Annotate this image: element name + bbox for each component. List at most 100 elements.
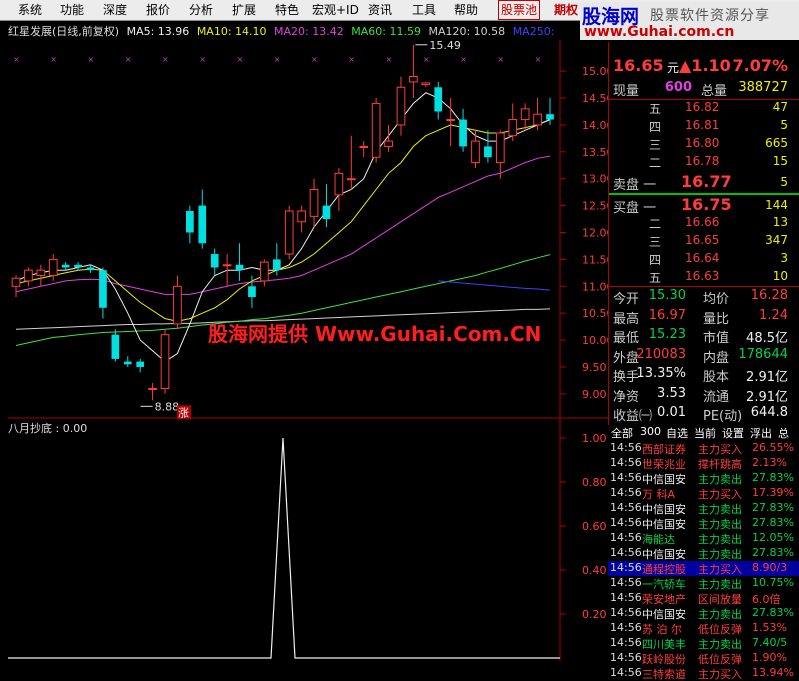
- candle-body: [272, 259, 281, 271]
- divider: [609, 286, 799, 287]
- tick-time: 14:56: [610, 456, 642, 469]
- candle-body: [86, 267, 95, 271]
- stat-row: 净资 3.53 流通 2.91亿: [609, 386, 792, 406]
- tab-300[interactable]: 300: [640, 425, 661, 438]
- menu-tools[interactable]: 工具: [412, 0, 436, 20]
- buy1-row[interactable]: 买盘 一 16.75 144: [609, 195, 792, 217]
- tick-row[interactable]: 14:56 中信国安 主力卖出 27.83%: [608, 501, 799, 516]
- candle-body: [48, 258, 58, 277]
- stat-label: 市值: [703, 331, 730, 346]
- menu-news[interactable]: 资讯: [368, 0, 392, 20]
- tick-row[interactable]: 14:56 世荣兆业 撑杆跳高 2.13%: [608, 456, 799, 471]
- buy1-price: 16.75: [681, 195, 732, 214]
- stat-value: 48.5亿: [746, 331, 788, 346]
- buy-row[interactable]: 三 16.65 347: [609, 233, 792, 253]
- tick-row[interactable]: 14:56 西部证券 主力买入 26.55%: [608, 441, 799, 456]
- sell-level: 五: [649, 102, 662, 116]
- menu-futures[interactable]: 期权: [554, 0, 578, 20]
- stat-label: 外盘: [613, 350, 640, 366]
- tick-type: 低位反弹: [698, 653, 742, 666]
- menu-function[interactable]: 功能: [60, 0, 84, 20]
- tick-stock: 中信国安: [642, 473, 686, 486]
- menu-analysis[interactable]: 分析: [189, 0, 213, 20]
- stat-value: 16.97: [648, 307, 686, 323]
- top-marker: ×: [386, 55, 393, 64]
- stat-value: 1.24: [759, 307, 788, 323]
- tick-row[interactable]: 14:56 四川美丰 主力卖出 7.40/5: [608, 636, 799, 651]
- tick-row[interactable]: 14:56 中信国安 主力卖出 27.83%: [608, 546, 799, 561]
- tick-value: 6.0倍: [752, 593, 781, 606]
- buy-vol: 10: [772, 269, 788, 283]
- price-unit: 元: [667, 61, 680, 75]
- tick-time: 14:56: [610, 486, 642, 499]
- tick-row[interactable]: 14:56 中信国安 主力卖出 27.83%: [608, 516, 799, 531]
- vol-now-label: 现量: [613, 84, 640, 99]
- candle-body: [284, 210, 294, 255]
- tick-value: 27.83%: [752, 606, 794, 619]
- sell1-price: 16.77: [681, 172, 732, 191]
- buy-vol: 13: [772, 215, 788, 229]
- tab-watchlist[interactable]: 自选: [666, 425, 688, 441]
- tick-type: 主力卖出: [698, 638, 742, 651]
- tab-total[interactable]: 总: [778, 425, 789, 441]
- y-axis-label: 9.00: [582, 388, 607, 401]
- sell-row[interactable]: 五 16.82 47: [609, 100, 792, 120]
- tick-time: 14:56: [610, 651, 642, 664]
- tab-float[interactable]: 浮出: [750, 425, 772, 441]
- tick-row[interactable]: 14:56 一汽轿车 主力卖出 10.75%: [608, 576, 799, 591]
- sell1-row[interactable]: 卖盘 一 16.77 5: [609, 172, 792, 194]
- tick-tabs: 全部 300 自选 当前 设置 浮出 总: [608, 425, 799, 440]
- top-marker: ×: [497, 55, 504, 64]
- candle-body: [198, 205, 207, 244]
- top-marker: ×: [460, 55, 467, 64]
- buy-level: 三: [649, 235, 662, 249]
- stat-value: 210083: [636, 346, 686, 362]
- menu-feature[interactable]: 特色: [275, 0, 299, 20]
- tab-all[interactable]: 全部: [611, 425, 633, 441]
- menu-stock-pool[interactable]: 股票池: [498, 0, 541, 20]
- menu-extend[interactable]: 扩展: [232, 0, 256, 20]
- left-side-tabs[interactable]: [0, 40, 8, 661]
- menu-help[interactable]: 帮助: [454, 0, 478, 20]
- y-axis-label: 13.00: [582, 173, 608, 186]
- stat-label: 量比: [703, 311, 730, 327]
- tick-time: 14:56: [610, 516, 642, 529]
- tab-current[interactable]: 当前: [694, 425, 716, 441]
- buy-row[interactable]: 四 16.64 3: [609, 251, 792, 271]
- ma10-label: MA10: 14.10: [196, 25, 267, 38]
- candle-body: [136, 361, 145, 367]
- tab-settings[interactable]: 设置: [722, 425, 744, 441]
- sell-vol: 665: [765, 136, 788, 150]
- stat-label: 收益㈠: [613, 409, 653, 424]
- candle-body: [24, 269, 33, 282]
- candle-body: [484, 146, 492, 158]
- sell-row[interactable]: 四 16.81 5: [609, 118, 792, 138]
- tick-row[interactable]: 14:56 苏 泊 尔 低位反弹 1.53%: [608, 621, 799, 636]
- tick-row[interactable]: 14:56 跃岭股份 低位反弹 1.90%: [608, 651, 799, 666]
- logo-subtitle: 股票软件资源分享: [650, 8, 770, 24]
- sell-row[interactable]: 三 16.80 665: [609, 136, 792, 156]
- sell-row[interactable]: 二 16.78 15: [609, 154, 792, 174]
- tick-value: 13.94%: [752, 666, 794, 679]
- y-axis-label: 9.50: [582, 361, 607, 374]
- tick-row[interactable]: 14:56 三特索道 主力买入 13.94%: [608, 666, 799, 681]
- tick-row[interactable]: 14:56 中信国安 主力卖出 27.83%: [608, 606, 799, 621]
- tick-row[interactable]: 14:56 通程控股 主力买入 8.90/3: [608, 561, 799, 576]
- kline-chart[interactable]: 15.49 8.88涨 × × × × × × × × × × × × × × × 15.00 14.50 14.0…: [8, 40, 608, 661]
- menu-system[interactable]: 系统: [18, 0, 42, 20]
- tick-row[interactable]: 14:56 中信国安 主力卖出 27.83%: [608, 471, 799, 486]
- buy-row[interactable]: 二 16.66 13: [609, 215, 792, 235]
- tick-value: 27.83%: [752, 501, 794, 514]
- menu-depth[interactable]: 深度: [103, 0, 127, 20]
- y-axis-label: 10.50: [582, 307, 608, 320]
- y-axis-label: 12.50: [582, 200, 608, 213]
- y-axis-label: 10.00: [582, 334, 608, 347]
- candle-body: [173, 285, 182, 325]
- tick-row[interactable]: 14:56 海能达 主力卖出 12.05%: [608, 531, 799, 546]
- tick-time: 14:56: [610, 471, 642, 484]
- tick-row[interactable]: 14:56 万 科A 主力买入 17.39%: [608, 486, 799, 501]
- tick-row[interactable]: 14:56 荣安地产 区间放量 6.0倍: [608, 591, 799, 606]
- menu-quote[interactable]: 报价: [146, 0, 170, 20]
- stat-row: 今开 15.30 均价 16.28: [609, 288, 792, 308]
- menu-macro[interactable]: 宏观+ID: [312, 0, 359, 20]
